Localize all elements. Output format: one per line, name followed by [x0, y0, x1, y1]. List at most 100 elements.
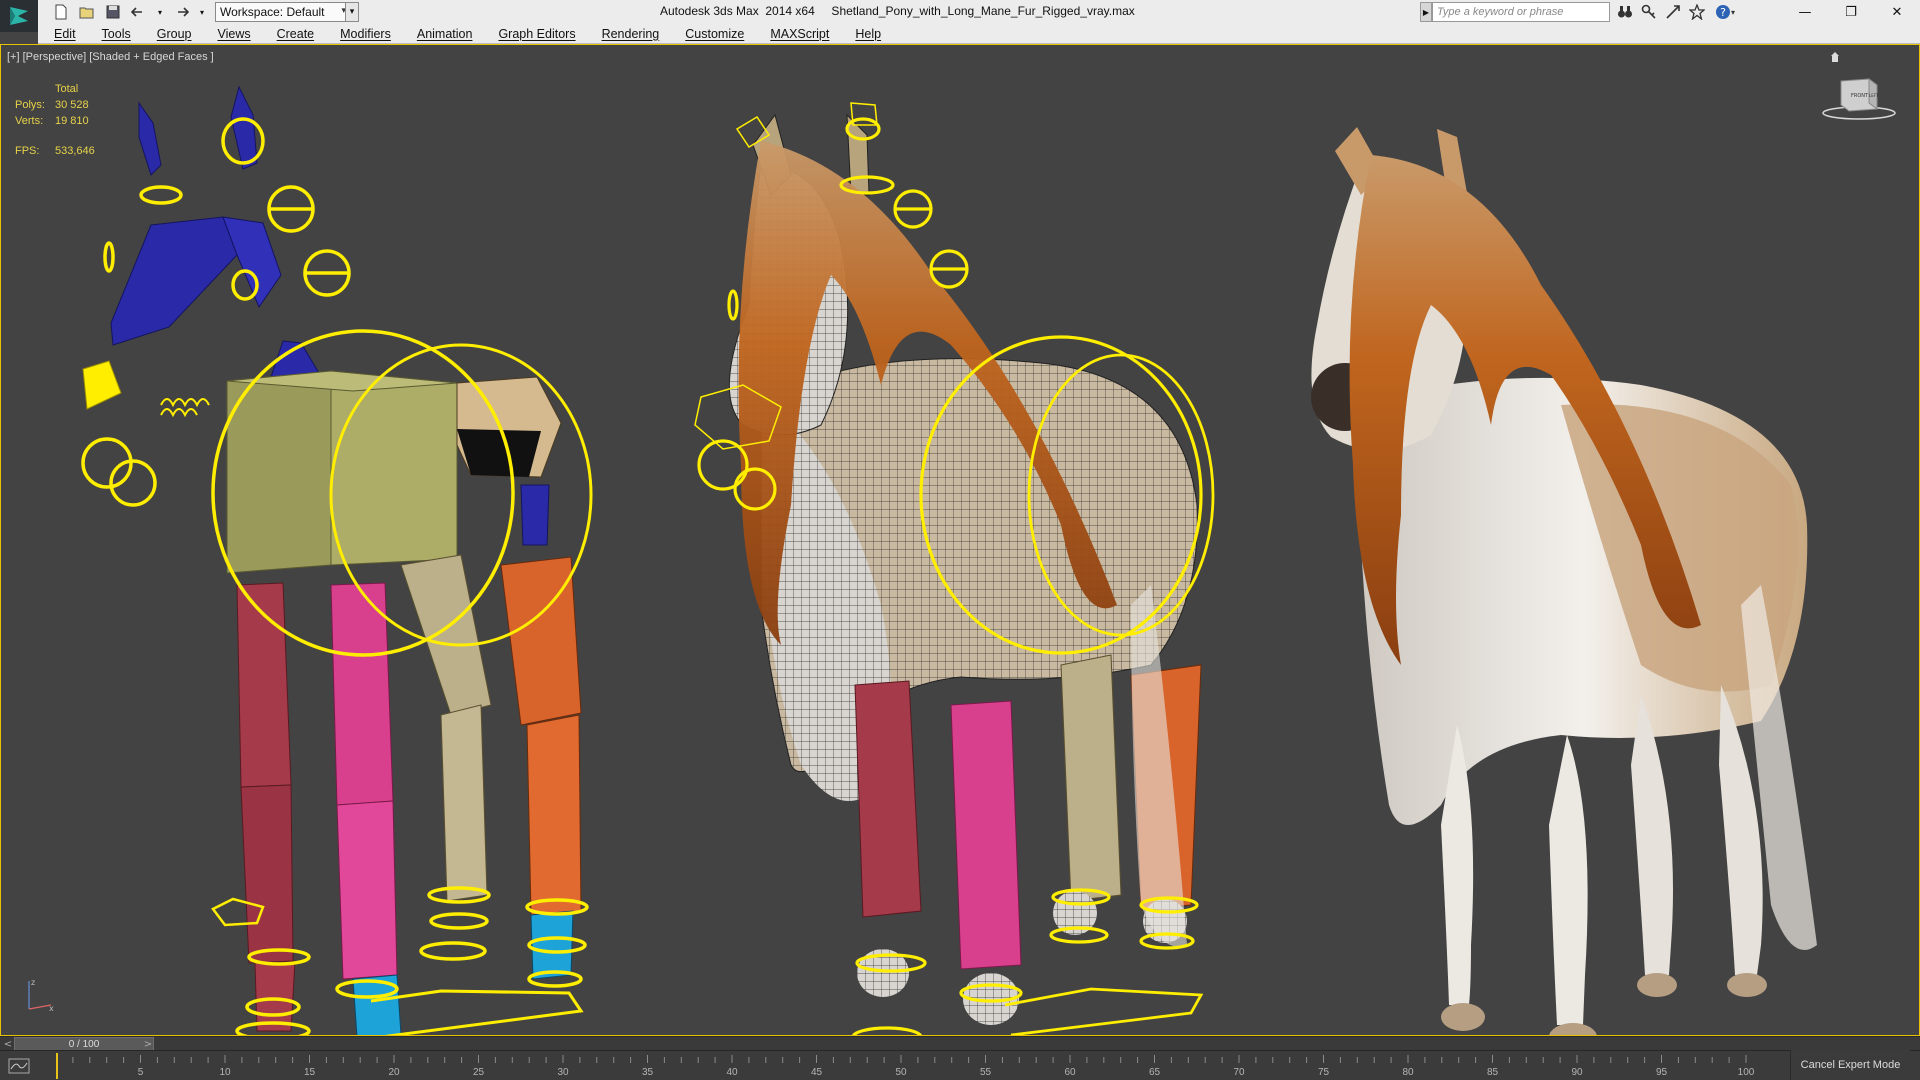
timeline-tick-label: 70	[1233, 1067, 1245, 1078]
3dsmax-logo-icon	[10, 7, 28, 25]
viewcube-left-label: LEFT	[1869, 93, 1879, 98]
timeline-tick-label: 55	[980, 1067, 992, 1078]
axis-x-label: x	[49, 1004, 54, 1013]
menu-tools[interactable]: Tools	[102, 27, 131, 41]
timeline-tick-label: 75	[1318, 1067, 1330, 1078]
menu-graph-editors[interactable]: Graph Editors	[498, 27, 575, 41]
neck-bone	[110, 216, 238, 346]
menu-customize[interactable]: Customize	[685, 27, 744, 41]
save-file-icon[interactable]	[104, 3, 122, 21]
menu-modifiers[interactable]: Modifiers	[340, 27, 391, 41]
front-hoof-left	[254, 960, 296, 1032]
infocenter-search: ▶	[1420, 2, 1614, 22]
window-controls: — ❐ ✕	[1782, 0, 1920, 24]
timeline-tick-label: 40	[726, 1067, 738, 1078]
bone-rig	[82, 85, 582, 1035]
polys-label: Polys:	[15, 99, 45, 111]
render-front-leg-right	[1549, 735, 1588, 1025]
current-frame-marker[interactable]	[56, 1053, 58, 1079]
menu-rendering[interactable]: Rendering	[602, 27, 660, 41]
pelvis-shadow	[457, 429, 541, 477]
app-logo[interactable]	[0, 0, 38, 32]
timeline-tick-label: 35	[642, 1067, 654, 1078]
menu-group[interactable]: Group	[157, 27, 192, 41]
collapse-search-icon[interactable]: ▶	[1420, 2, 1432, 22]
home-icon[interactable]	[1831, 51, 1839, 62]
polys-value: 30 528	[55, 99, 89, 111]
timeline-tick-label: 15	[304, 1067, 316, 1078]
timeline-tick-label: 65	[1149, 1067, 1161, 1078]
wire-front-leg-right	[950, 700, 1022, 970]
key-icon[interactable]	[1640, 3, 1658, 21]
time-slider: < 0 / 100 >	[0, 1036, 1920, 1051]
ear-bone-left	[138, 101, 162, 176]
hind-hoof-right	[530, 910, 574, 980]
viewcube-front-label: FRONT	[1851, 93, 1869, 99]
timeline-tick-label: 45	[811, 1067, 823, 1078]
binoculars-icon[interactable]	[1616, 3, 1634, 21]
timeline-tick-label: 60	[1064, 1067, 1076, 1078]
redo-icon[interactable]	[172, 3, 190, 21]
viewport-scene	[81, 85, 1817, 1035]
workspace-selector[interactable]: Workspace: Default ▾	[215, 2, 349, 22]
menu-bar: Edit Tools Group Views Create Modifiers …	[38, 24, 1920, 44]
wire-ear-right	[846, 113, 870, 196]
front-leg-left-lower	[240, 784, 294, 964]
rendered-pony	[1311, 127, 1817, 1035]
menu-views[interactable]: Views	[217, 27, 250, 41]
mini-curve-editor-icon[interactable]	[8, 1057, 30, 1075]
timeline-tick-label: 95	[1656, 1067, 1668, 1078]
infocenter-toolbar: ? ▾	[1616, 3, 1738, 21]
wireframe-pony	[728, 113, 1202, 1025]
undo-icon[interactable]	[130, 3, 148, 21]
viewcube-icon[interactable]: FRONT LEFT	[1819, 75, 1899, 121]
hind-leg-left-lower	[440, 704, 488, 902]
menu-edit[interactable]: Edit	[54, 27, 76, 41]
menu-help[interactable]: Help	[855, 27, 881, 41]
cancel-expert-mode-button[interactable]: Cancel Expert Mode	[1790, 1050, 1910, 1080]
viewport-label[interactable]: [+] [Perspective] [Shaded + Edged Faces …	[7, 51, 214, 63]
open-file-icon[interactable]	[78, 3, 96, 21]
new-file-icon[interactable]	[52, 3, 70, 21]
menu-maxscript[interactable]: MAXScript	[770, 27, 829, 41]
track-bar[interactable]: 5 10 15 20 25 30 35 40 45 50 55 60 65 70 75 80 85 90 95 100	[0, 1050, 1920, 1080]
axis-z-label: z	[31, 978, 35, 987]
hind-leg-right-upper	[500, 556, 582, 726]
timeline-tick-label: 80	[1402, 1067, 1414, 1078]
spine-box-side	[330, 370, 458, 566]
minimize-icon[interactable]: —	[1782, 0, 1828, 24]
time-slider-thumb[interactable]: 0 / 100	[14, 1037, 154, 1051]
viewport-statistics: Total Polys: 30 528 Verts: 19 810 FPS: 533,…	[15, 81, 95, 159]
help-icon[interactable]: ? ▾	[1712, 3, 1738, 21]
exchange-icon[interactable]	[1664, 3, 1682, 21]
quick-access-dropdown[interactable]: ▾	[345, 2, 359, 22]
menu-create[interactable]: Create	[277, 27, 315, 41]
verts-label: Verts:	[15, 115, 44, 127]
prev-frame-button[interactable]: <	[2, 1037, 14, 1051]
timeline-tick-label: 5	[138, 1067, 144, 1078]
hind-leg-right-lower	[526, 714, 582, 916]
undo-dropdown-icon[interactable]: ▾	[156, 3, 164, 21]
title-bar: ▾ ▾ Workspace: Default ▾ ▾ Autodesk 3ds …	[0, 0, 1920, 32]
fps-value: 533,646	[55, 145, 95, 157]
jaw-bone	[82, 360, 122, 410]
stats-header: Total	[55, 83, 79, 95]
restore-icon[interactable]: ❐	[1828, 0, 1874, 24]
close-icon[interactable]: ✕	[1874, 0, 1920, 24]
workspace-label: Workspace: Default	[220, 5, 325, 19]
verts-value: 19 810	[55, 115, 89, 127]
next-frame-button[interactable]: >	[142, 1037, 154, 1051]
menu-animation[interactable]: Animation	[417, 27, 473, 41]
render-hoof-1	[1441, 1003, 1485, 1031]
track-bar-ruler[interactable]: 5 10 15 20 25 30 35 40 45 50 55 60 65 70 75 80 85 90 95 100	[56, 1051, 1756, 1080]
render-hind-leg-left	[1631, 695, 1673, 975]
window-title: Autodesk 3ds Max 2014 x64 Shetland_Pony_…	[660, 4, 1135, 18]
star-icon[interactable]	[1688, 3, 1706, 21]
axis-tripod-icon: z x	[28, 978, 54, 1013]
timeline-tick-label: 85	[1487, 1067, 1499, 1078]
timeline-tick-label: 20	[388, 1067, 400, 1078]
redo-dropdown-icon[interactable]: ▾	[198, 3, 206, 21]
perspective-viewport[interactable]: [+] [Perspective] [Shaded + Edged Faces …	[0, 44, 1920, 1036]
timeline-tick-label: 50	[895, 1067, 907, 1078]
search-input[interactable]	[1432, 2, 1610, 22]
